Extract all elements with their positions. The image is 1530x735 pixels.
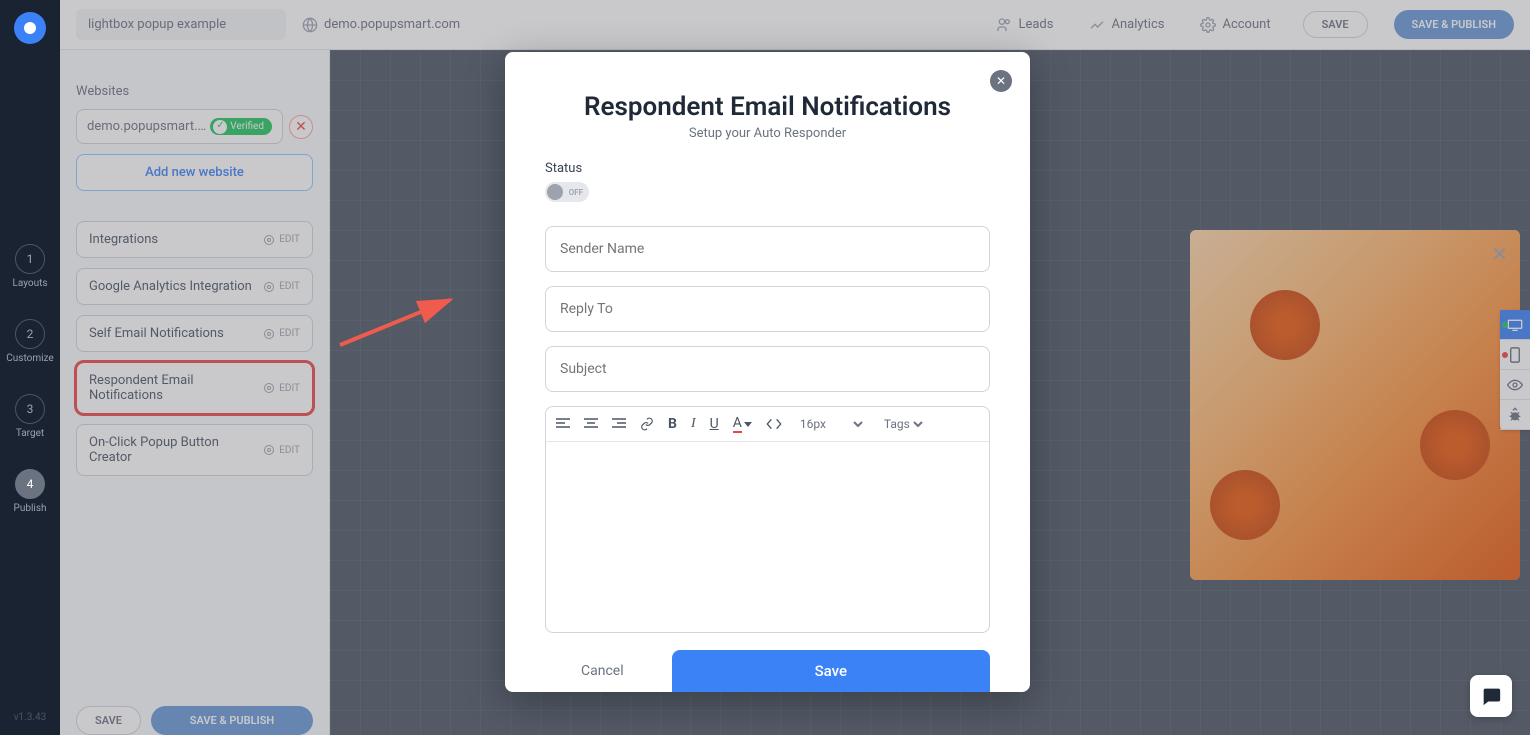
gear-icon bbox=[263, 382, 275, 394]
chat-icon bbox=[1480, 685, 1502, 707]
rail-step-3[interactable]: 3 bbox=[15, 394, 45, 424]
chat-widget[interactable] bbox=[1470, 675, 1512, 717]
modal-title: Respondent Email Notifications bbox=[545, 92, 990, 122]
rail-label-layouts: Layouts bbox=[12, 278, 47, 289]
logo[interactable] bbox=[14, 12, 46, 44]
desktop-icon bbox=[1507, 319, 1523, 331]
rail-label-publish: Publish bbox=[14, 503, 47, 514]
preview-close-icon[interactable]: ✕ bbox=[1491, 242, 1508, 266]
gear-icon bbox=[263, 281, 275, 293]
rail-step-1[interactable]: 1 bbox=[15, 244, 45, 274]
bug-icon bbox=[1507, 407, 1523, 423]
underline-button[interactable]: U bbox=[710, 416, 719, 432]
tags-select[interactable]: Tags bbox=[880, 416, 926, 432]
modal-cancel-button[interactable]: Cancel bbox=[545, 650, 660, 692]
align-left-icon bbox=[556, 418, 570, 430]
align-right-button[interactable] bbox=[612, 418, 626, 430]
nav-leads[interactable]: Leads bbox=[996, 17, 1053, 33]
gear-icon bbox=[263, 444, 275, 456]
nav-analytics[interactable]: Analytics bbox=[1089, 17, 1164, 33]
text-color-button[interactable]: A bbox=[733, 415, 752, 433]
link-button[interactable] bbox=[640, 417, 654, 431]
rail-label-target: Target bbox=[16, 428, 44, 439]
edit-chip: EDIT bbox=[263, 234, 300, 246]
header-publish-button[interactable]: SAVE & PUBLISH bbox=[1394, 10, 1514, 39]
config-ga[interactable]: Google Analytics Integration EDIT bbox=[76, 268, 313, 305]
remove-website-button[interactable]: ✕ bbox=[289, 115, 313, 139]
config-respondent-email[interactable]: Respondent Email Notifications EDIT bbox=[76, 362, 313, 414]
modal-close-button[interactable]: ✕ bbox=[990, 70, 1012, 92]
add-website-button[interactable]: Add new website bbox=[76, 154, 313, 191]
sidebar-save-button[interactable]: SAVE bbox=[76, 706, 141, 735]
rail-label-customize: Customize bbox=[6, 353, 53, 364]
project-name-input[interactable]: lightbox popup example bbox=[76, 9, 286, 40]
verified-badge: Verified bbox=[210, 118, 272, 135]
nav-account[interactable]: Account bbox=[1200, 17, 1270, 33]
config-self-email[interactable]: Self Email Notifications EDIT bbox=[76, 315, 313, 352]
gear-icon bbox=[263, 328, 275, 340]
config-onclick-popup[interactable]: On-Click Popup Button Creator EDIT bbox=[76, 424, 313, 476]
header-save-button[interactable]: SAVE bbox=[1303, 11, 1368, 38]
domain-indicator[interactable]: demo.popupsmart.com bbox=[302, 17, 460, 33]
gear-icon bbox=[263, 234, 275, 246]
align-left-button[interactable] bbox=[556, 418, 570, 430]
toggle-state: OFF bbox=[569, 188, 583, 197]
website-text: demo.popupsmart.c... bbox=[87, 119, 207, 134]
status-label: Status bbox=[545, 161, 990, 176]
italic-button[interactable]: I bbox=[691, 416, 696, 432]
device-desktop-button[interactable] bbox=[1500, 310, 1530, 340]
modal-subtitle: Setup your Auto Responder bbox=[545, 126, 990, 141]
align-center-icon bbox=[584, 418, 598, 430]
device-bar bbox=[1500, 310, 1530, 430]
globe-icon bbox=[302, 17, 318, 33]
email-notifications-modal: ✕ Respondent Email Notifications Setup y… bbox=[505, 52, 1030, 692]
modal-save-button[interactable]: Save bbox=[672, 650, 990, 692]
side-panel: Websites demo.popupsmart.c... Verified ✕… bbox=[60, 50, 330, 735]
status-toggle[interactable]: OFF bbox=[545, 182, 589, 202]
chevron-down-icon bbox=[744, 422, 752, 427]
link-icon bbox=[640, 417, 654, 431]
code-button[interactable] bbox=[766, 418, 782, 430]
gear-icon bbox=[1200, 17, 1216, 33]
preview-popup: ✕ bbox=[1190, 230, 1520, 580]
device-preview-button[interactable] bbox=[1500, 370, 1530, 400]
eye-icon bbox=[1507, 379, 1523, 391]
leads-icon bbox=[996, 17, 1012, 33]
rich-text-editor: B I U A 16px Tags bbox=[545, 406, 990, 633]
rail-step-2[interactable]: 2 bbox=[15, 319, 45, 349]
sidebar-publish-button[interactable]: SAVE & PUBLISH bbox=[151, 706, 313, 735]
subject-input[interactable] bbox=[545, 346, 990, 392]
analytics-icon bbox=[1089, 17, 1105, 33]
rail-step-4[interactable]: 4 bbox=[15, 469, 45, 499]
device-debug-button[interactable] bbox=[1500, 400, 1530, 430]
domain-text: demo.popupsmart.com bbox=[324, 17, 460, 32]
version-label: v1.3.43 bbox=[14, 712, 47, 723]
mobile-icon bbox=[1510, 347, 1520, 363]
reply-to-input[interactable] bbox=[545, 286, 990, 332]
align-right-icon bbox=[612, 418, 626, 430]
editor-textarea[interactable] bbox=[546, 442, 989, 632]
websites-heading: Websites bbox=[76, 84, 313, 99]
code-icon bbox=[766, 418, 782, 430]
sender-name-input[interactable] bbox=[545, 226, 990, 272]
top-bar: lightbox popup example demo.popupsmart.c… bbox=[60, 0, 1530, 50]
align-center-button[interactable] bbox=[584, 418, 598, 430]
device-mobile-button[interactable] bbox=[1500, 340, 1530, 370]
website-chip[interactable]: demo.popupsmart.c... Verified bbox=[76, 109, 283, 144]
font-size-select[interactable]: 16px bbox=[796, 416, 866, 432]
close-icon: ✕ bbox=[295, 119, 307, 135]
bold-button[interactable]: B bbox=[668, 416, 677, 432]
close-icon: ✕ bbox=[996, 74, 1006, 88]
left-rail: 1 Layouts 2 Customize 3 Target 4 Publish… bbox=[0, 0, 60, 735]
config-integrations[interactable]: Integrations EDIT bbox=[76, 221, 313, 258]
